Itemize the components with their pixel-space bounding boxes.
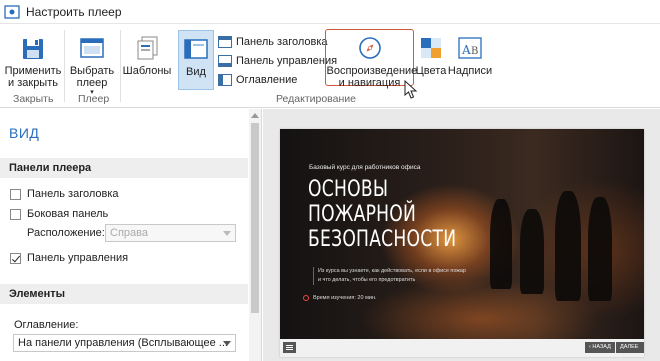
select-player-button[interactable]: Выбрать плеер ▾ <box>67 34 117 96</box>
toc-button[interactable]: Оглавление <box>218 72 297 88</box>
clock-icon <box>303 295 309 301</box>
title-panel-checkbox-row[interactable]: Панель заголовка <box>10 187 119 201</box>
group-label-close: Закрыть <box>13 93 54 105</box>
ribbon-separator <box>120 30 121 102</box>
sidebar-checkbox-row[interactable]: Боковая панель <box>10 207 108 221</box>
svg-text:B: B <box>471 46 478 57</box>
templates-button[interactable]: Шаблоны <box>122 34 172 77</box>
sidebar-checkbox-label: Боковая панель <box>27 208 109 220</box>
location-select-value: Справа <box>110 227 148 239</box>
scroll-up-icon[interactable] <box>251 113 259 118</box>
slide-duration-text: Время изучения: 20 мин. <box>313 295 377 301</box>
slide-description-line: Из курса вы узнаете, как действовать, ес… <box>318 268 466 274</box>
control-panel-checkbox-row[interactable]: Панель управления <box>10 251 128 265</box>
firefighter-figure <box>588 197 612 301</box>
captions-button[interactable]: A B Надписи <box>447 34 493 77</box>
title-panel-icon <box>218 36 232 48</box>
chevron-down-icon <box>223 231 231 236</box>
ribbon-separator <box>64 30 65 102</box>
firefighter-figure <box>490 199 512 289</box>
control-panel-label: Панель управления <box>236 55 338 67</box>
window-title: Настроить плеер <box>26 4 122 19</box>
apply-label: Применить и закрыть <box>4 65 62 89</box>
prev-button[interactable]: ‹ НАЗАД <box>585 342 615 353</box>
captions-icon: A B <box>456 34 484 62</box>
next-button[interactable]: ДАЛЕЕ › <box>616 342 644 361</box>
toc-select[interactable]: На панели управления (Всплывающее ... <box>13 334 236 352</box>
player-preview: Базовый курс для работников офиса ОСНОВЫ… <box>280 129 644 361</box>
apply-and-close-button[interactable]: Применить и закрыть <box>4 34 62 89</box>
playback-navigation-button[interactable]: Воспроизведение и навигация <box>325 29 418 89</box>
location-label: Расположение: <box>27 227 105 239</box>
view-settings-panel: ВИД Панели плеера Панель заголовка Боков… <box>0 109 262 361</box>
view-button[interactable]: Вид <box>178 30 214 90</box>
view-icon <box>182 35 210 63</box>
slide-title-line: ОСНОВЫ <box>308 177 389 202</box>
slide-title: ОСНОВЫ ПОЖАРНОЙ БЕЗОПАСНОСТИ <box>308 177 456 252</box>
colors-icon <box>417 34 445 62</box>
ribbon: Применить и закрыть Закрыть Выбрать плее… <box>0 24 660 108</box>
mouse-cursor-icon <box>404 79 418 103</box>
control-panel-button[interactable]: Панель управления <box>218 53 337 69</box>
control-panel-checkbox[interactable] <box>10 252 21 264</box>
control-panel-icon <box>218 55 232 67</box>
group-label-edit: Редактирование <box>276 93 356 105</box>
panel-title: ВИД <box>9 125 40 141</box>
title-bar: Настроить плеер <box>0 0 660 24</box>
firefighter-figure <box>520 209 544 294</box>
colors-button[interactable]: Цвета <box>416 34 446 77</box>
slide-preview: Базовый курс для работников офиса ОСНОВЫ… <box>280 129 644 339</box>
firefighter-figure <box>555 191 581 301</box>
player-panels-header: Панели плеера <box>0 158 248 178</box>
templates-icon <box>133 34 161 62</box>
panel-scrollbar[interactable] <box>249 109 261 361</box>
location-select[interactable]: Справа <box>105 224 236 242</box>
title-panel-checkbox[interactable] <box>10 188 21 200</box>
slide-title-line: ПОЖАРНОЙ <box>308 202 417 227</box>
settings-icon <box>4 4 20 20</box>
slide-title-line: БЕЗОПАСНОСТИ <box>308 227 457 252</box>
toc-label: Оглавление <box>236 74 298 86</box>
title-panel-button[interactable]: Панель заголовка <box>218 34 328 50</box>
captions-label: Надписи <box>447 65 493 77</box>
templates-label: Шаблоны <box>122 65 172 77</box>
compass-icon <box>356 34 384 62</box>
svg-text:A: A <box>461 43 471 57</box>
slide-description-line: и что делать, чтобы его предотвратить <box>318 277 416 283</box>
player-control-bar: ‹ НАЗАД ДАЛЕЕ › <box>280 339 644 361</box>
scrollbar-thumb[interactable] <box>251 123 259 313</box>
select-player-label: Выбрать плеер <box>69 65 115 89</box>
chevron-down-icon <box>223 341 231 346</box>
slide-duration: Время изучения: 20 мин. <box>303 295 377 301</box>
elements-header: Элементы <box>0 284 248 304</box>
sidebar-checkbox[interactable] <box>10 208 21 220</box>
save-icon <box>19 34 47 62</box>
colors-label: Цвета <box>415 65 447 77</box>
playback-label: Воспроизведение и навигация <box>326 65 418 89</box>
title-panel-checkbox-label: Панель заголовка <box>27 188 119 200</box>
slide-subtitle: Базовый курс для работников офиса <box>309 164 421 171</box>
toc-select-value: На панели управления (Всплывающее ... <box>18 337 228 349</box>
menu-icon[interactable] <box>283 342 296 353</box>
toc-select-label: Оглавление: <box>14 319 79 331</box>
preview-area: Базовый курс для работников офиса ОСНОВЫ… <box>263 109 660 361</box>
player-icon <box>78 34 106 62</box>
title-panel-label: Панель заголовка <box>236 36 328 48</box>
slide-description: Из курса вы узнаете, как действовать, ес… <box>313 267 483 285</box>
view-label: Вид <box>186 66 206 78</box>
group-label-player: Плеер <box>78 93 110 105</box>
toc-icon <box>218 74 232 86</box>
control-panel-checkbox-label: Панель управления <box>27 252 129 264</box>
